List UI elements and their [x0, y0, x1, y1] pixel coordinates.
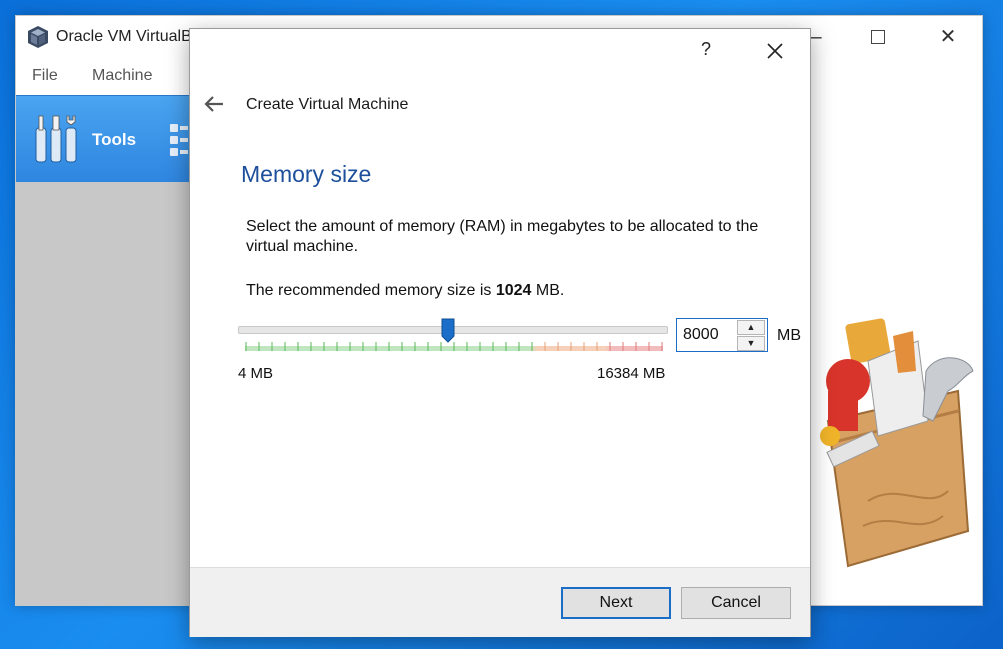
maximize-button[interactable]	[858, 24, 898, 50]
memory-slider-handle[interactable]	[441, 318, 455, 343]
slider-max-label: 16384 MB	[597, 365, 666, 382]
spin-down-button[interactable]: ▼	[737, 336, 765, 351]
memory-size-input[interactable]	[677, 319, 735, 351]
cancel-button[interactable]: Cancel	[681, 587, 791, 619]
close-window-button[interactable]: ✕	[928, 24, 968, 50]
spin-up-button[interactable]: ▲	[737, 320, 765, 335]
recommended-memory-text: The recommended memory size is 1024 MB.	[246, 282, 564, 300]
next-button[interactable]: Next	[561, 587, 671, 619]
maximize-icon	[871, 30, 885, 44]
page-heading: Memory size	[241, 161, 372, 187]
memory-spinbox[interactable]: ▲ ▼	[676, 318, 768, 352]
help-button[interactable]: ?	[696, 39, 716, 60]
menu-machine[interactable]: Machine	[92, 67, 152, 85]
toolbox-illustration	[820, 318, 974, 568]
dialog-footer: Next Cancel	[190, 567, 810, 637]
memory-unit-label: MB	[777, 327, 801, 344]
recommended-value: 1024	[495, 282, 532, 299]
recommend-suffix: MB.	[531, 282, 565, 299]
back-arrow-icon[interactable]	[202, 93, 226, 115]
create-vm-dialog: ? Create Virtual Machine Memory size Sel…	[189, 28, 811, 637]
dialog-title: Create Virtual Machine	[246, 96, 409, 113]
tools-item[interactable]: Tools	[16, 95, 191, 182]
recommend-prefix: The recommended memory size is	[246, 282, 496, 299]
slider-min-label: 4 MB	[238, 365, 274, 382]
tools-label: Tools	[92, 130, 137, 149]
close-icon[interactable]	[764, 40, 786, 62]
list-menu-icon[interactable]	[168, 122, 188, 158]
slider-ticks	[245, 342, 663, 351]
menu-file[interactable]: File	[32, 67, 58, 85]
virtualbox-logo-icon	[28, 26, 48, 48]
memory-description: Select the amount of memory (RAM) in meg…	[246, 218, 759, 255]
tools-icon	[35, 115, 77, 163]
